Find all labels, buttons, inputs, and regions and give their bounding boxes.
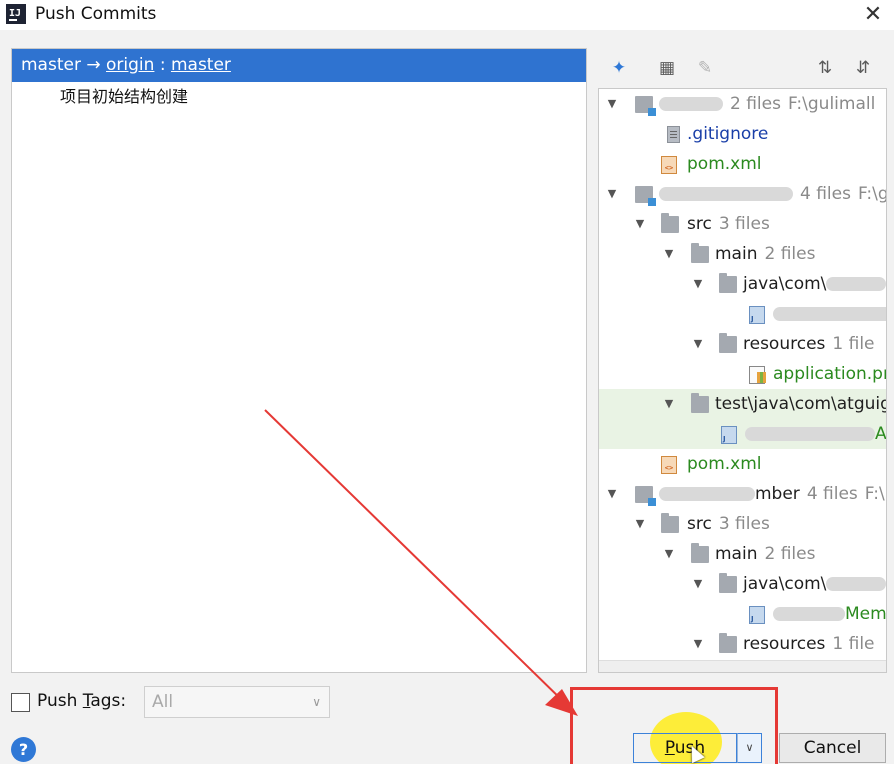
java-file-icon: J xyxy=(749,306,765,324)
close-icon[interactable]: ✕ xyxy=(860,2,886,27)
window-title: Push Commits xyxy=(35,4,157,24)
tree-file[interactable]: J xyxy=(599,299,886,329)
commit-row[interactable]: 项目初始结构创建 xyxy=(12,82,586,112)
java-file-icon: J xyxy=(721,426,737,444)
branch-separator: : xyxy=(159,55,166,75)
tree-module[interactable]: ▼ 2 files F:\gulimall xyxy=(599,89,886,119)
files-toolbar: ✦ ▦ ✎ ⇅ ⇵ xyxy=(597,48,887,88)
xml-file-icon: <> xyxy=(661,156,677,174)
chevron-down-icon[interactable]: ▼ xyxy=(662,539,676,569)
annotation-highlight-box xyxy=(570,687,778,764)
tree-file[interactable]: <> pom.xml xyxy=(599,449,886,479)
chevron-down-icon[interactable]: ▼ xyxy=(662,239,676,269)
collapse-all-icon[interactable]: ⇵ xyxy=(851,56,875,80)
chevron-down-icon[interactable]: ▼ xyxy=(605,89,619,119)
module-folder-icon xyxy=(635,486,656,506)
horizontal-scrollbar[interactable] xyxy=(599,660,886,672)
title-bar: IJ Push Commits ✕ xyxy=(0,0,894,30)
java-file-icon: J xyxy=(749,606,765,624)
folder-icon xyxy=(691,393,709,413)
tree-folder[interactable]: ▼ src 3 files xyxy=(599,509,886,539)
branch-row[interactable]: master → origin : master xyxy=(12,49,586,82)
tree-folder[interactable]: ▼ main 2 files xyxy=(599,539,886,569)
xml-file-icon: <> xyxy=(661,456,677,474)
folder-icon xyxy=(719,273,737,293)
files-panel: ✦ ▦ ✎ ⇅ ⇵ ▼ 2 files F:\gulimall .gitignor… xyxy=(597,48,887,673)
redacted-text xyxy=(773,307,886,321)
tree-folder[interactable]: ▼ src 3 files xyxy=(599,209,886,239)
tree-file[interactable]: <> pom.xml xyxy=(599,149,886,179)
expand-all-icon[interactable]: ⇅ xyxy=(813,56,837,80)
chevron-down-icon[interactable]: ▼ xyxy=(633,209,647,239)
tree-folder[interactable]: ▼ resources 1 file xyxy=(599,629,886,659)
tree-folder[interactable]: ▼ resources 1 file xyxy=(599,329,886,359)
module-folder-icon xyxy=(635,96,656,116)
chevron-down-icon[interactable]: ▼ xyxy=(691,629,705,659)
properties-file-icon xyxy=(749,366,766,384)
redacted-text xyxy=(745,427,875,441)
changed-files-tree: ▼ 2 files F:\gulimall .gitignore <> pom.x… xyxy=(598,88,887,673)
tree-file[interactable]: J A xyxy=(599,419,886,449)
cancel-button[interactable]: Cancel xyxy=(779,733,886,763)
arrow-icon: → xyxy=(86,55,101,75)
tree-file[interactable]: application.pr xyxy=(599,359,886,389)
remote-branch-link[interactable]: master xyxy=(171,55,231,75)
tree-folder[interactable]: ▼ test\java\com\atguig xyxy=(599,389,886,419)
push-tags-checkbox[interactable] xyxy=(11,693,30,712)
redacted-text xyxy=(773,607,845,621)
folder-icon xyxy=(691,243,709,263)
chevron-down-icon[interactable]: ▼ xyxy=(691,569,705,599)
folder-icon xyxy=(719,633,737,653)
edit-icon[interactable]: ✎ xyxy=(693,56,717,80)
chevron-down-icon[interactable]: ▼ xyxy=(691,329,705,359)
help-icon[interactable]: ? xyxy=(11,737,36,762)
folder-icon xyxy=(719,573,737,593)
push-tags-label: Push Tags: xyxy=(37,691,127,711)
folder-icon xyxy=(661,513,679,533)
tree-module[interactable]: ▼ mber 4 files F:\ xyxy=(599,479,886,509)
text-file-icon xyxy=(667,126,680,143)
tree-folder[interactable]: ▼ java\com\ xyxy=(599,269,886,299)
commits-panel: master → origin : master 项目初始结构创建 xyxy=(11,48,587,673)
tree-file[interactable]: .gitignore xyxy=(599,119,886,149)
redacted-text xyxy=(826,277,886,291)
module-folder-icon xyxy=(635,186,656,206)
tree-folder[interactable]: ▼ java\com\ xyxy=(599,569,886,599)
chevron-down-icon[interactable]: ▼ xyxy=(605,179,619,209)
intellij-icon: IJ xyxy=(6,4,26,24)
redacted-text xyxy=(659,487,755,501)
local-branch: master xyxy=(21,55,81,75)
folder-icon xyxy=(719,333,737,353)
tree-module[interactable]: ▼ 4 files F:\g xyxy=(599,179,886,209)
folder-icon xyxy=(691,543,709,563)
expand-changes-icon[interactable]: ✦ xyxy=(607,56,631,80)
tree-folder[interactable]: ▼ main 2 files xyxy=(599,239,886,269)
chevron-down-icon[interactable]: ▼ xyxy=(605,479,619,509)
remote-link[interactable]: origin xyxy=(106,55,154,75)
chevron-down-icon[interactable]: ▼ xyxy=(691,269,705,299)
redacted-text xyxy=(826,577,886,591)
folder-icon xyxy=(661,213,679,233)
redacted-text xyxy=(659,187,793,201)
group-by-icon[interactable]: ▦ xyxy=(655,56,679,80)
tree-file[interactable]: J Meml xyxy=(599,599,886,629)
chevron-down-icon[interactable]: ▼ xyxy=(633,509,647,539)
redacted-text xyxy=(659,97,723,111)
chevron-down-icon: ∨ xyxy=(312,695,321,709)
push-tags-select[interactable]: All ∨ xyxy=(144,686,330,718)
chevron-down-icon[interactable]: ▼ xyxy=(662,389,676,419)
